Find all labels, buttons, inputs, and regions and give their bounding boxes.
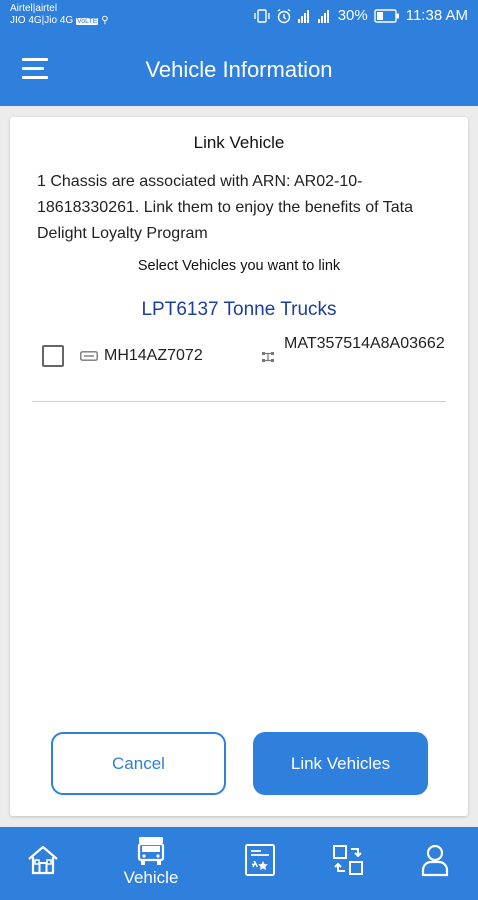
cancel-button[interactable]: Cancel — [51, 732, 226, 795]
user-icon — [421, 844, 449, 877]
alarm-icon — [277, 8, 291, 23]
nav-item-profile[interactable] — [400, 827, 470, 900]
battery-icon — [374, 8, 399, 23]
signal-icon — [297, 9, 329, 23]
vibrate-icon — [254, 8, 270, 23]
bottom-navigation: Vehicle — [0, 827, 478, 900]
truck-icon — [137, 837, 165, 865]
exchange-icon — [333, 845, 363, 875]
registration-plate-icon — [80, 351, 98, 361]
carrier-line-1: Airtel|airtel — [10, 3, 58, 14]
chassis-icon — [262, 352, 274, 362]
battery-percent: 30% — [337, 7, 368, 24]
carrier-info: Airtel|airtel JIO 4G|Jio 4G VoLTE ⚲ — [10, 3, 109, 28]
link-vehicle-card: Link Vehicle 1 Chassis are associated wi… — [10, 117, 468, 816]
home-icon — [28, 845, 58, 875]
carrier-line-2: JIO 4G|Jio 4G VoLTE ⚲ — [10, 15, 109, 26]
nav-item-vehicle[interactable]: Vehicle — [116, 827, 186, 900]
app-bar: Vehicle Information — [0, 38, 478, 106]
vehicle-row: MH14AZ7072 MAT357514A8A03662 — [32, 333, 452, 385]
registration-number: MH14AZ7072 — [104, 347, 203, 364]
chassis-number: MAT357514A8A03662 — [284, 335, 445, 352]
card-icon — [245, 844, 275, 876]
volte-badge: VoLTE — [75, 18, 99, 25]
nav-item-card[interactable] — [225, 827, 295, 900]
divider — [32, 401, 446, 402]
nav-item-exchange[interactable] — [313, 827, 383, 900]
page-title: Vehicle Information — [145, 57, 333, 82]
clock: 11:38 AM — [405, 7, 468, 24]
usb-icon: ⚲ — [101, 15, 109, 26]
card-title: Link Vehicle — [193, 133, 285, 152]
link-vehicles-button[interactable]: Link Vehicles — [253, 732, 428, 795]
status-bar: Airtel|airtel JIO 4G|Jio 4G VoLTE ⚲ 30% … — [0, 0, 478, 38]
vehicle-checkbox[interactable] — [42, 345, 64, 367]
nav-label-vehicle: Vehicle — [123, 868, 179, 887]
select-prompt: Select Vehicles you want to link — [137, 258, 341, 274]
nav-item-home[interactable] — [8, 827, 78, 900]
status-right: 30% 11:38 AM — [254, 7, 468, 24]
arn-description: 1 Chassis are associated with ARN: AR02-… — [37, 173, 413, 242]
vehicle-group-title: LPT6137 Tonne Trucks — [141, 299, 337, 320]
